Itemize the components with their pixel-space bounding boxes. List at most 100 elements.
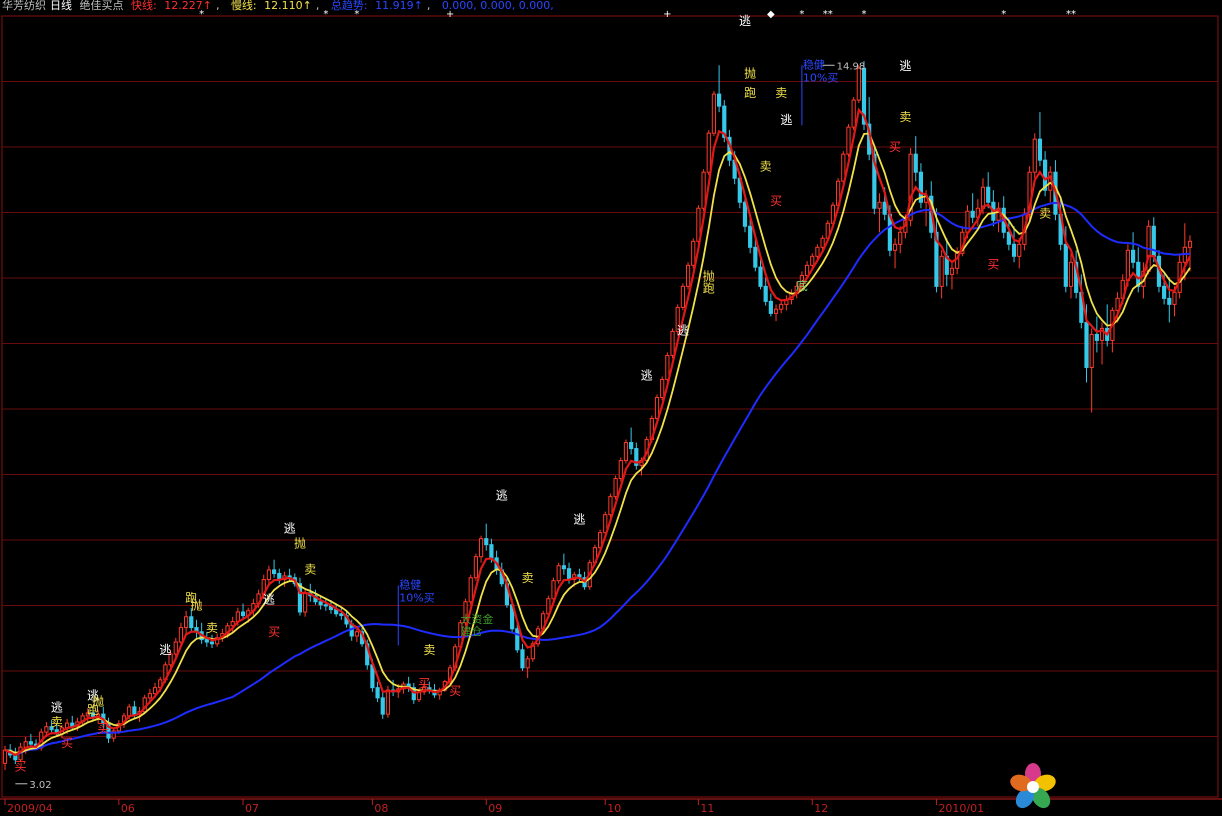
- buy-note: 10%买: [803, 71, 838, 84]
- signal-label: 卖: [522, 571, 534, 585]
- accumulation-note: 大资金: [460, 612, 493, 626]
- candle-up: [468, 577, 473, 603]
- candle-up: [1032, 138, 1037, 173]
- candle-up: [660, 378, 665, 398]
- candle-down: [271, 569, 277, 575]
- signal-label: 卖: [775, 86, 787, 100]
- candle-down: [339, 613, 344, 617]
- candle-up: [820, 237, 825, 248]
- candle-down: [913, 153, 918, 173]
- candle-down: [318, 601, 323, 606]
- candle-up: [949, 267, 955, 275]
- candle-down: [1162, 285, 1167, 299]
- signal-label: 抛: [294, 536, 306, 551]
- candle-down: [1151, 225, 1156, 257]
- candle-down: [323, 604, 328, 607]
- signal-label: 逃: [496, 489, 508, 503]
- signal-label: 逃: [641, 368, 653, 382]
- candle-up: [701, 171, 706, 209]
- signal-label: 逃: [780, 113, 792, 127]
- candle-up: [44, 726, 49, 733]
- signal-label: 卖: [899, 110, 911, 124]
- candle-up: [680, 285, 685, 308]
- candle-up: [711, 93, 717, 134]
- candle-up: [1017, 243, 1022, 257]
- signal-marker: +: [446, 9, 454, 20]
- candle-up: [618, 460, 623, 480]
- candlestick-chart: 逃卖买买逃抛跑买逃跑抛卖逃买逃抛卖卖买买逃卖逃逃逃抛跑逃抛跑 卖逃卖买底逃卖买买卖…: [0, 9, 1222, 815]
- signal-label: 底: [796, 278, 808, 293]
- candle-down: [1006, 231, 1011, 245]
- candle-up: [178, 627, 184, 643]
- signal-label: 逃: [284, 522, 296, 536]
- signal-label: 抛: [744, 65, 756, 80]
- candle-down: [375, 687, 380, 699]
- candle-up: [877, 201, 882, 209]
- site-logo: [1006, 762, 1216, 812]
- candle-up: [685, 264, 691, 287]
- candle-down: [1084, 321, 1089, 368]
- candle-down: [1130, 249, 1136, 263]
- candle-down: [484, 538, 489, 546]
- candle-down: [1094, 333, 1099, 341]
- candle-up: [939, 255, 944, 287]
- signal-label: 买: [449, 684, 461, 698]
- slow-line: [4, 132, 1191, 754]
- signal-label: 跑: [744, 86, 756, 100]
- signal-label: 卖: [206, 621, 218, 635]
- candle-down: [748, 225, 753, 248]
- candle-up: [473, 556, 478, 579]
- flower-logo-icon: [1010, 763, 1056, 809]
- x-tick-label: 2010/01: [938, 802, 984, 815]
- candle-up: [525, 658, 530, 669]
- accumulation-note: 建仓: [460, 624, 482, 638]
- candle-down: [742, 201, 748, 227]
- signal-label: 逃: [51, 701, 63, 715]
- candle-down: [204, 639, 209, 643]
- plot-frame: [1, 15, 1219, 798]
- candle-up: [851, 99, 856, 128]
- signal-label: 买: [418, 677, 430, 691]
- signal-marker: *: [199, 9, 204, 20]
- candle-down: [1011, 243, 1017, 257]
- candle-up: [2, 749, 8, 764]
- signal-label: 买: [268, 625, 280, 639]
- signal-marker: +: [663, 9, 671, 20]
- candle-up: [1125, 249, 1131, 281]
- candle-down: [1136, 261, 1141, 287]
- candle-up: [773, 308, 779, 314]
- candle-down: [768, 300, 773, 314]
- candle-up: [385, 689, 391, 715]
- candle-down: [520, 649, 525, 669]
- candle-up: [23, 741, 28, 748]
- signal-label: 逃: [899, 59, 911, 73]
- signal-label: 跑: [703, 281, 715, 295]
- candle-down: [717, 93, 722, 107]
- candle-down: [380, 697, 385, 715]
- candle-up: [815, 246, 820, 257]
- candle-up: [127, 706, 132, 717]
- candle-up: [354, 631, 359, 637]
- signal-marker: ◆: [767, 9, 775, 20]
- candle-down: [209, 641, 215, 645]
- buy-note: 稳健: [399, 578, 421, 592]
- candle-up: [303, 592, 308, 613]
- signal-marker: *: [861, 9, 866, 20]
- signal-label: 买: [770, 194, 782, 208]
- candle-up: [613, 478, 618, 498]
- candle-down: [489, 544, 494, 559]
- signal-label: 逃: [677, 323, 689, 337]
- candle-up: [623, 442, 629, 462]
- candle-down: [1037, 138, 1043, 161]
- buy-note: 10%买: [399, 592, 434, 605]
- signal-label: 跑: [87, 703, 99, 717]
- signal-label: 买: [15, 760, 27, 774]
- candle-up: [706, 132, 711, 173]
- candle-up: [173, 641, 178, 655]
- signal-marker: *: [354, 9, 359, 20]
- candle-down: [132, 706, 137, 715]
- candle-down: [561, 565, 566, 570]
- candle-up: [898, 231, 903, 245]
- candle-up: [266, 569, 272, 581]
- signal-marker: *: [323, 9, 328, 20]
